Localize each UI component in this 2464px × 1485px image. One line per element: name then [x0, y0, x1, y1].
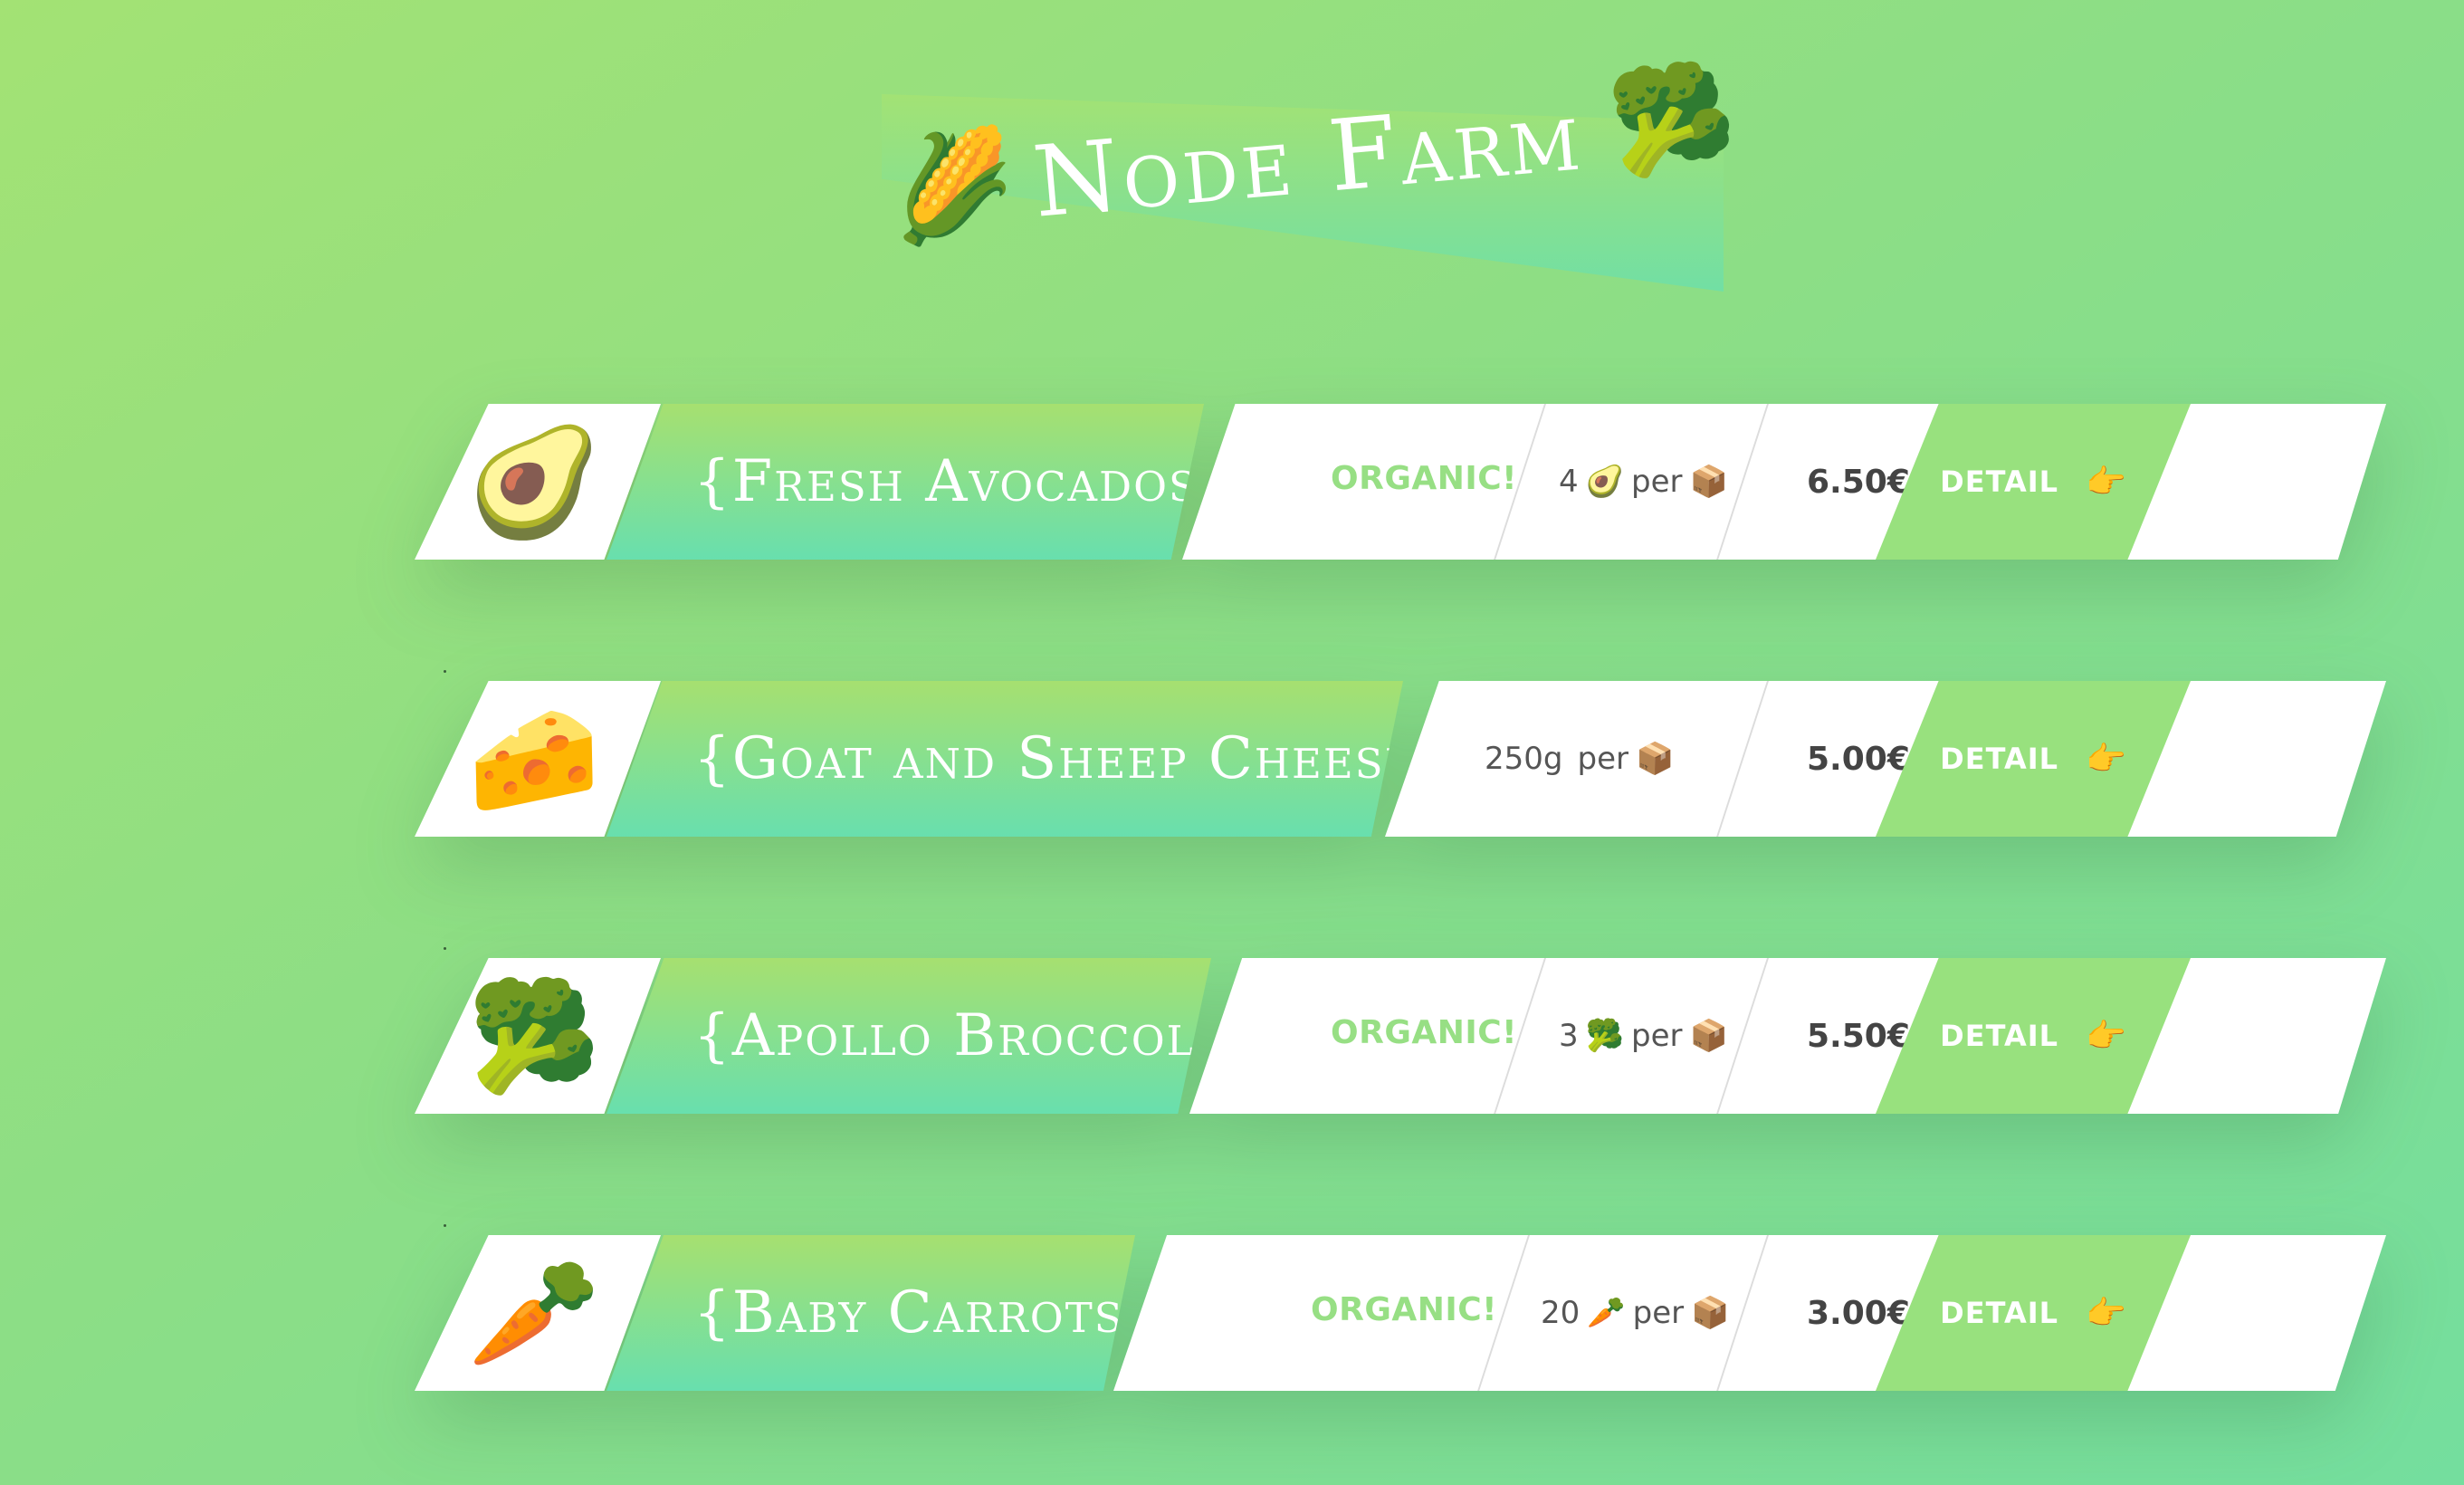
- pointing-hand-icon: 👉: [2086, 464, 2126, 501]
- page-header: 🌽 Node Farm 🥦: [878, 54, 1742, 299]
- product-info-cell: ORGANIC! 20 🥕 per 📦 3.00€: [1113, 1235, 2386, 1391]
- organic-badge: ORGANIC!: [1331, 460, 1518, 497]
- carrot-icon: 🥕: [1587, 1295, 1626, 1331]
- pointing-hand-icon: 👉: [2086, 741, 2126, 778]
- product-card: 🥦 {Apollo Broccoli} ORGANIC! 3 🥦 per 📦 5…: [415, 958, 2386, 1114]
- quantity-info: 3 🥦 per 📦: [1559, 958, 1728, 1114]
- product-name-cell: {Goat and Sheep Cheese}: [606, 681, 1403, 837]
- pointing-hand-icon: 👉: [2086, 1018, 2126, 1055]
- quantity-value: 250g: [1485, 741, 1563, 777]
- detail-label: DETAIL: [1940, 742, 2058, 776]
- quantity-value: 3: [1559, 1018, 1579, 1054]
- organic-badge: ORGANIC!: [1331, 1014, 1518, 1051]
- organic-badge: ORGANIC!: [1311, 1291, 1498, 1328]
- per-label: per: [1632, 1295, 1685, 1331]
- package-icon: 📦: [1635, 741, 1675, 777]
- divider: [1716, 681, 1769, 837]
- product-card: 🥕 {Baby Carrots} ORGANIC! 20 🥕 per 📦 3.0…: [415, 1235, 2386, 1391]
- product-card: 🥑 {Fresh Avocados} ORGANIC! 4 🥑 per 📦 6.…: [415, 404, 2386, 560]
- detail-label: DETAIL: [1940, 1296, 2058, 1330]
- avocado-icon: 🥑: [1585, 464, 1624, 500]
- per-label: per: [1630, 464, 1683, 500]
- quantity-value: 20: [1541, 1295, 1581, 1331]
- broccoli-icon: 🥦: [1603, 54, 1742, 185]
- dot-artifact: [444, 1224, 446, 1227]
- per-label: per: [1577, 741, 1628, 777]
- dot-artifact: [444, 670, 446, 673]
- package-icon: 📦: [1689, 1018, 1728, 1054]
- product-name[interactable]: {Apollo Broccoli}: [693, 1002, 1211, 1069]
- quantity-info: 4 🥑 per 📦: [1559, 404, 1728, 560]
- detail-label: DETAIL: [1940, 465, 2058, 499]
- product-info-cell: ORGANIC! 4 🥑 per 📦 6.50€: [1182, 404, 2386, 560]
- quantity-value: 4: [1559, 464, 1579, 500]
- package-icon: 📦: [1691, 1295, 1730, 1331]
- detail-label: DETAIL: [1940, 1019, 2058, 1053]
- corn-icon: 🌽: [881, 119, 1023, 254]
- product-name[interactable]: {Baby Carrots}: [693, 1279, 1135, 1346]
- package-icon: 📦: [1689, 464, 1728, 500]
- pointing-hand-icon: 👉: [2086, 1295, 2126, 1332]
- product-name[interactable]: {Fresh Avocados}: [693, 448, 1204, 515]
- quantity-info: 20 🥕 per 📦: [1541, 1235, 1729, 1391]
- product-card: 🧀 {Goat and Sheep Cheese} 250g per 📦 5.0…: [415, 681, 2386, 837]
- broccoli-icon: 🥦: [1585, 1018, 1624, 1054]
- product-info-cell: ORGANIC! 3 🥦 per 📦 5.50€: [1189, 958, 2386, 1114]
- product-name[interactable]: {Goat and Sheep Cheese}: [693, 725, 1403, 792]
- per-label: per: [1630, 1018, 1683, 1054]
- product-name-cell: {Fresh Avocados}: [606, 404, 1204, 560]
- dot-artifact: [444, 947, 446, 950]
- product-name-cell: {Apollo Broccoli}: [606, 958, 1211, 1114]
- quantity-info: 250g per 📦: [1485, 681, 1674, 837]
- product-name-cell: {Baby Carrots}: [606, 1235, 1135, 1391]
